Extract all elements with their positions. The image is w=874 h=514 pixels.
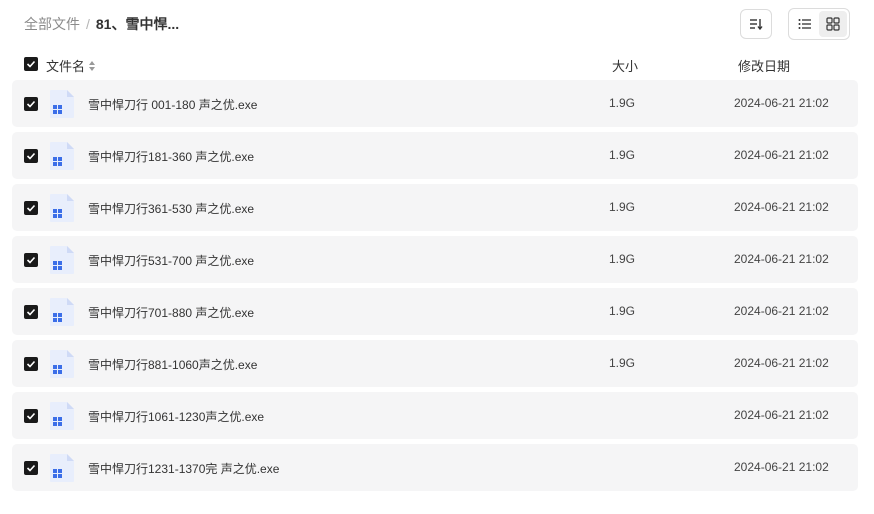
file-name[interactable]: 雪中悍刀行881-1060声之优.exe	[88, 356, 257, 373]
exe-file-icon	[50, 402, 74, 430]
sort-arrows-icon[interactable]	[89, 60, 96, 72]
file-name[interactable]: 雪中悍刀行1231-1370完 声之优.exe	[88, 460, 279, 477]
table-header: 文件名 大小 修改日期	[12, 52, 858, 76]
breadcrumb-separator: /	[86, 16, 90, 32]
list-view-button[interactable]	[791, 11, 819, 37]
row-checkbox[interactable]	[24, 461, 38, 475]
file-row[interactable]: 雪中悍刀行531-700 声之优.exe 1.9G 2024-06-21 21:…	[12, 236, 858, 283]
exe-file-icon	[50, 298, 74, 326]
row-checkbox[interactable]	[24, 201, 38, 215]
exe-file-icon	[50, 142, 74, 170]
column-header-name-label: 文件名	[46, 59, 86, 74]
row-checkbox[interactable]	[24, 149, 38, 163]
grid-view-icon	[826, 17, 840, 31]
exe-file-icon	[50, 90, 74, 118]
file-size: 1.9G	[609, 96, 636, 110]
row-checkbox[interactable]	[24, 357, 38, 371]
file-size: 1.9G	[609, 252, 636, 266]
column-header-size[interactable]: 大小	[612, 56, 638, 75]
check-icon	[26, 412, 36, 420]
file-name[interactable]: 雪中悍刀行181-360 声之优.exe	[88, 148, 254, 165]
check-icon	[26, 308, 36, 316]
file-date: 2024-06-21 21:02	[734, 96, 829, 110]
breadcrumb: 全部文件 / 81、雪中悍...	[24, 14, 179, 34]
file-date: 2024-06-21 21:02	[734, 460, 829, 474]
row-checkbox[interactable]	[24, 253, 38, 267]
view-toggle	[788, 8, 850, 40]
column-header-date[interactable]: 修改日期	[738, 56, 790, 75]
file-name[interactable]: 雪中悍刀行361-530 声之优.exe	[88, 200, 254, 217]
file-row[interactable]: 雪中悍刀行 001-180 声之优.exe 1.9G 2024-06-21 21…	[12, 80, 858, 127]
exe-file-icon	[50, 454, 74, 482]
file-date: 2024-06-21 21:02	[734, 304, 829, 318]
exe-file-icon	[50, 194, 74, 222]
file-row[interactable]: 雪中悍刀行1061-1230声之优.exe 2024-06-21 21:02	[12, 392, 858, 439]
file-date: 2024-06-21 21:02	[734, 252, 829, 266]
sort-icon	[750, 19, 763, 30]
check-icon	[26, 256, 36, 264]
file-size: 1.9G	[609, 356, 636, 370]
file-date: 2024-06-21 21:02	[734, 200, 829, 214]
file-row[interactable]: 雪中悍刀行881-1060声之优.exe 1.9G 2024-06-21 21:…	[12, 340, 858, 387]
file-size: 1.9G	[609, 200, 636, 214]
file-name[interactable]: 雪中悍刀行 001-180 声之优.exe	[88, 96, 257, 113]
column-header-name[interactable]: 文件名	[46, 56, 96, 75]
check-icon	[26, 204, 36, 212]
file-name[interactable]: 雪中悍刀行701-880 声之优.exe	[88, 304, 254, 321]
row-checkbox[interactable]	[24, 97, 38, 111]
sort-button[interactable]	[740, 9, 772, 39]
file-date: 2024-06-21 21:02	[734, 408, 829, 422]
check-icon	[26, 360, 36, 368]
file-name[interactable]: 雪中悍刀行531-700 声之优.exe	[88, 252, 254, 269]
file-row[interactable]: 雪中悍刀行701-880 声之优.exe 1.9G 2024-06-21 21:…	[12, 288, 858, 335]
file-date: 2024-06-21 21:02	[734, 148, 829, 162]
check-icon	[26, 464, 36, 472]
list-view-icon	[798, 19, 811, 29]
breadcrumb-current: 81、雪中悍...	[95, 16, 180, 32]
exe-file-icon	[50, 350, 74, 378]
check-icon	[26, 60, 36, 68]
file-row[interactable]: 雪中悍刀行1231-1370完 声之优.exe 2024-06-21 21:02	[12, 444, 858, 491]
check-icon	[26, 100, 36, 108]
file-row[interactable]: 雪中悍刀行361-530 声之优.exe 1.9G 2024-06-21 21:…	[12, 184, 858, 231]
breadcrumb-root[interactable]: 全部文件	[24, 14, 80, 34]
select-all-checkbox[interactable]	[24, 57, 38, 71]
file-size: 1.9G	[609, 148, 636, 162]
check-icon	[26, 152, 36, 160]
row-checkbox[interactable]	[24, 409, 38, 423]
grid-view-button[interactable]	[819, 11, 847, 37]
file-size: 1.9G	[609, 304, 636, 318]
file-date: 2024-06-21 21:02	[734, 356, 829, 370]
row-checkbox[interactable]	[24, 305, 38, 319]
exe-file-icon	[50, 246, 74, 274]
file-row[interactable]: 雪中悍刀行181-360 声之优.exe 1.9G 2024-06-21 21:…	[12, 132, 858, 179]
file-name[interactable]: 雪中悍刀行1061-1230声之优.exe	[88, 408, 264, 425]
